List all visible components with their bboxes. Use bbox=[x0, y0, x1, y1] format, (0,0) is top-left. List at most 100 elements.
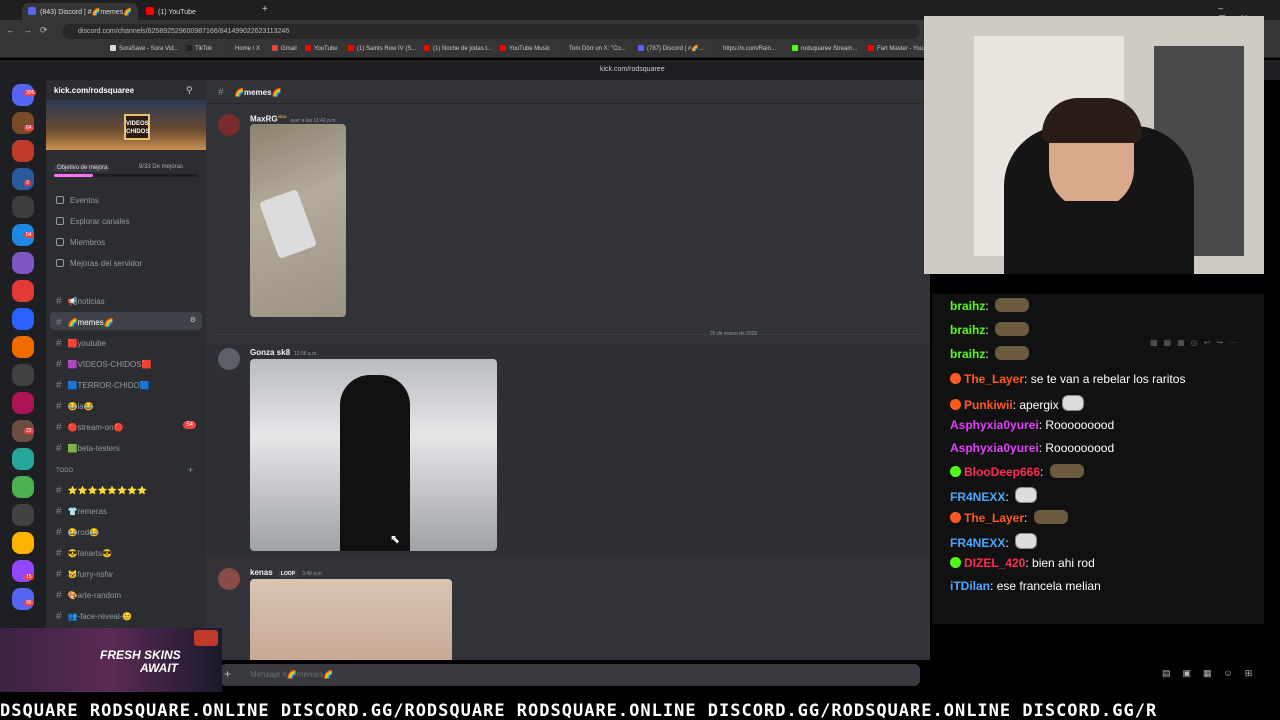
bookmark-favicon-icon bbox=[868, 45, 874, 51]
message-header: kenas LOOP 3:49 a.m. bbox=[250, 568, 323, 578]
channel-name: 👕remeras bbox=[67, 507, 107, 516]
composer-tools[interactable]: ▤▣▦☺⊞ bbox=[1162, 668, 1264, 679]
avatar[interactable] bbox=[218, 348, 240, 370]
server-icon[interactable] bbox=[12, 476, 34, 498]
menu-item-icon bbox=[56, 238, 64, 246]
bookmark-item[interactable]: Fart Master - You... bbox=[868, 45, 928, 52]
promo-logo-icon bbox=[194, 630, 218, 646]
server-icon[interactable] bbox=[12, 532, 34, 554]
bookmark-item[interactable]: YouTube Music bbox=[500, 45, 550, 52]
channel-item[interactable]: # 👕remeras bbox=[50, 501, 202, 519]
bookmark-label: Home / X bbox=[235, 46, 261, 52]
channel-item[interactable]: # 🔴stream-on🔴 54 bbox=[50, 417, 202, 435]
message-input[interactable]: Mensaje #🌈memes🌈 bbox=[220, 664, 920, 686]
tab-youtube[interactable]: (1) YouTube bbox=[140, 3, 254, 20]
server-icon[interactable] bbox=[12, 140, 34, 162]
tab-discord[interactable]: (843) Discord | #🌈memes🌈 bbox=[22, 3, 138, 20]
stream-chat-message: braihz: bbox=[950, 298, 1030, 313]
message-image[interactable] bbox=[250, 359, 497, 551]
new-tab-button[interactable]: + bbox=[262, 4, 268, 15]
server-icon[interactable] bbox=[12, 448, 34, 470]
chat-header: # 🌈memes🌈 bbox=[206, 80, 930, 104]
bookmark-item[interactable]: SoraSave - Sora Vid... bbox=[110, 45, 179, 52]
channel-item[interactable]: # 😂la😂 bbox=[50, 396, 202, 414]
hash-icon: # bbox=[56, 422, 62, 433]
avatar[interactable] bbox=[218, 568, 240, 590]
server-icon[interactable] bbox=[12, 308, 34, 330]
cam-shirt bbox=[1024, 201, 1164, 274]
server-icon[interactable] bbox=[12, 336, 34, 358]
emote-icon bbox=[995, 298, 1030, 312]
bookmark-item[interactable]: TikTok bbox=[186, 45, 212, 52]
message-header: MaxRG2010ayer a las 11:42 p.m. bbox=[250, 114, 337, 124]
channel-item[interactable]: # 👥-face-reveal-😊 bbox=[50, 606, 202, 624]
add-channel-icon[interactable]: + bbox=[188, 465, 193, 475]
chat-text: Rooooooood bbox=[1045, 441, 1115, 455]
category-label[interactable]: TODO bbox=[56, 468, 73, 474]
boost-goal-label[interactable]: Objetivo de mejora bbox=[54, 164, 111, 172]
bookmark-item[interactable]: https://x.com/Rain... bbox=[714, 45, 776, 52]
bookmark-item[interactable]: rodsquaree Stream... bbox=[792, 45, 857, 52]
message-image[interactable] bbox=[250, 579, 452, 660]
server-icon[interactable] bbox=[12, 196, 34, 218]
server-menu-item[interactable]: Eventos bbox=[56, 196, 99, 205]
bookmark-item[interactable]: (1) Noche de jodas t... bbox=[424, 45, 492, 52]
avatar[interactable] bbox=[218, 114, 240, 136]
add-member-icon[interactable]: ⚲ bbox=[186, 85, 193, 96]
menu-item-icon bbox=[56, 217, 64, 225]
chat-username: BlooDeep666 bbox=[964, 465, 1041, 479]
channel-item[interactable]: # 📢noticias bbox=[50, 291, 202, 309]
nav-buttons[interactable]: ←→⟳ bbox=[6, 25, 56, 36]
channel-item[interactable]: # 🟪VIDEOS-CHIDOS🟥 bbox=[50, 354, 202, 372]
message-image[interactable] bbox=[250, 124, 346, 317]
chat-username: braihz bbox=[950, 323, 986, 337]
channel-name: 😂la😂 bbox=[67, 402, 94, 411]
emote-icon bbox=[1033, 510, 1068, 524]
server-name[interactable]: kick.com/rodsquaree bbox=[54, 86, 134, 95]
stream-chat-message: BlooDeep666: bbox=[950, 464, 1084, 479]
username[interactable]: MaxRG bbox=[250, 115, 278, 124]
bookmark-item[interactable]: (787) Discord | #🌈... bbox=[638, 45, 704, 52]
channel-item[interactable]: # ⭐⭐⭐⭐⭐⭐⭐⭐ bbox=[50, 480, 202, 498]
channel-item[interactable]: # 😂rod😂 bbox=[50, 522, 202, 540]
server-icon[interactable] bbox=[12, 252, 34, 274]
server-banner: VIDEOS CHIDOS bbox=[46, 100, 206, 150]
mention-badge: 54 bbox=[183, 421, 196, 429]
mouse-cursor-icon: ⬉ bbox=[390, 532, 401, 546]
server-icon[interactable] bbox=[12, 168, 34, 190]
username[interactable]: Gonza sk8 bbox=[250, 348, 290, 357]
bookmark-item[interactable]: YouTube bbox=[305, 45, 338, 52]
emote-icon bbox=[1049, 464, 1084, 478]
url-field[interactable]: discord.com/channels/825892529600987166/… bbox=[62, 24, 920, 39]
channel-item[interactable]: # 😎fanarts😎 bbox=[50, 543, 202, 561]
server-icon[interactable] bbox=[12, 364, 34, 386]
stream-chat-message: FR4NEXX: bbox=[950, 533, 1038, 550]
server-icon[interactable] bbox=[12, 504, 34, 526]
attach-icon[interactable]: + bbox=[224, 667, 231, 681]
server-menu-item[interactable]: Explorar canales bbox=[56, 217, 130, 226]
channel-item[interactable]: # 🟥youtube bbox=[50, 333, 202, 351]
server-icon[interactable] bbox=[12, 392, 34, 414]
server-menu-item[interactable]: Miembros bbox=[56, 238, 105, 247]
server-menu-item[interactable]: Mejoras del servidor bbox=[56, 259, 142, 268]
bookmark-item[interactable]: Home / X bbox=[226, 45, 260, 52]
channel-item[interactable]: # 🟦TERROR-CHIDO🟦 bbox=[50, 375, 202, 393]
username[interactable]: kenas bbox=[250, 568, 273, 577]
bookmark-item[interactable]: Tom Dörr on X: "Co... bbox=[560, 45, 626, 52]
timestamp: 3:49 a.m. bbox=[302, 571, 323, 577]
channel-item[interactable]: # 🎨arte-random bbox=[50, 585, 202, 603]
hash-icon: # bbox=[56, 527, 62, 538]
bookmark-item[interactable]: (1) Saints Row IV (S... bbox=[348, 45, 416, 52]
channel-name: 🟦TERROR-CHIDO🟦 bbox=[67, 381, 150, 390]
channel-item[interactable]: # 🟩beta-testers bbox=[50, 438, 202, 456]
server-icon[interactable] bbox=[12, 588, 34, 610]
channel-item[interactable]: # 🌈memes🌈 ⚙ bbox=[50, 312, 202, 330]
channel-settings-icon[interactable]: ⚙ bbox=[190, 316, 196, 324]
channel-name: 🟩beta-testers bbox=[67, 444, 120, 453]
channel-item[interactable]: # 🐱furry-nsfw bbox=[50, 564, 202, 582]
youtube-icon bbox=[146, 7, 154, 15]
emote-icon bbox=[1015, 487, 1038, 503]
server-icon[interactable] bbox=[12, 280, 34, 302]
chat-text: ese francela melian bbox=[996, 579, 1101, 593]
bookmark-item[interactable]: Gmail bbox=[272, 45, 297, 52]
